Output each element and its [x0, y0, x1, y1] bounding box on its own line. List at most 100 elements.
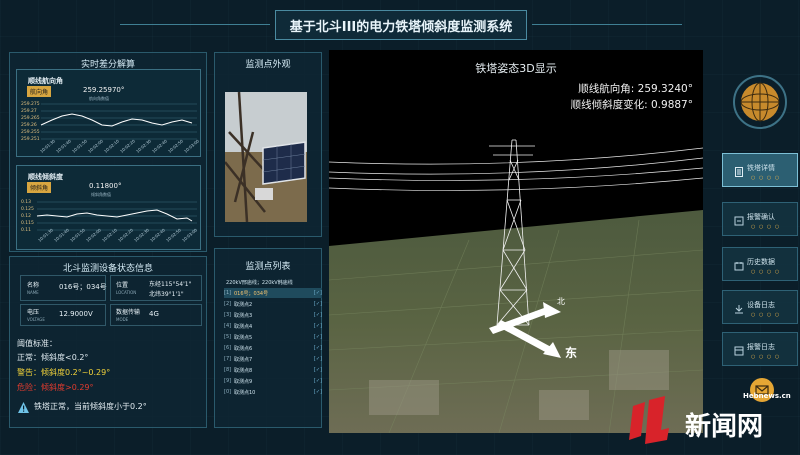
row-num: [6]	[224, 345, 232, 351]
row-check[interactable]: [✓]	[312, 345, 322, 351]
row-name: 取测点5	[234, 334, 253, 341]
row-num: [3]	[224, 312, 232, 318]
row-num: [8]	[224, 367, 232, 373]
row-name: 取测点9	[234, 378, 253, 385]
menu-history-data[interactable]: 历史数据 ○ ○ ○ ○	[722, 247, 798, 281]
row-name: 取测点7	[234, 356, 253, 363]
name-value: 016号；034号	[59, 283, 107, 291]
row-num: [7]	[224, 356, 232, 362]
row-num: [5]	[224, 334, 232, 340]
threshold-danger: 危险：倾斜度>0.29°	[17, 383, 94, 392]
menu-dots: ○ ○ ○ ○	[751, 175, 781, 181]
ytick: 259.255	[21, 130, 40, 135]
location-label: 位置	[116, 282, 129, 289]
scene-title: 铁塔姿态3D显示	[475, 62, 557, 75]
globe-logo-icon	[732, 74, 788, 130]
voltage-label-en: VOLTAGE	[27, 317, 45, 322]
document-icon	[734, 162, 744, 177]
watermark-logo: Hebnews.cn 新闻网	[625, 388, 795, 450]
list-item[interactable]: [7] 取测点7 [✓]	[224, 354, 322, 364]
list-item[interactable]: [5] 取测点5 [✓]	[224, 332, 322, 342]
heading-readout: 顺线航向角: 259.3240°	[578, 83, 693, 95]
menu-dots: ○ ○ ○ ○	[751, 354, 781, 360]
list-header: 220kV邢庙线；220kV韩庙线	[226, 280, 293, 286]
ytick: 259.26	[21, 123, 37, 128]
ytick: 259.27	[21, 109, 37, 114]
row-name: 取测点8	[234, 367, 253, 374]
ytick: 0.13	[21, 200, 32, 205]
row-name: 取测点6	[234, 345, 253, 352]
list-item[interactable]: [9] 取测点9 [✓]	[224, 376, 322, 386]
watermark-site: Hebnews.cn	[743, 392, 791, 400]
watermark-brand: 新闻网	[685, 412, 764, 442]
tilt-readout: 顺线倾斜度变化: 0.9887°	[570, 99, 693, 111]
menu-alarm-log[interactable]: 报警日志 ○ ○ ○ ○	[722, 332, 798, 366]
download-icon	[734, 299, 744, 314]
row-check[interactable]: [✓]	[312, 378, 322, 384]
menu-label: 设备日志	[747, 301, 775, 309]
list-item[interactable]: [8] 取测点8 [✓]	[224, 365, 322, 375]
ytick: 259.275	[21, 102, 40, 107]
log-icon	[734, 341, 744, 356]
list-item[interactable]: [2] 取测点2 [✓]	[224, 299, 322, 309]
location-longitude: 东经115°54'1"	[149, 281, 192, 288]
title-wing-right	[532, 24, 682, 25]
threshold-normal: 正常：倾斜度<0.2°	[17, 353, 89, 362]
menu-device-log[interactable]: 设备日志 ○ ○ ○ ○	[722, 290, 798, 324]
name-label-en: NAME	[27, 290, 39, 295]
voltage-label: 电压	[27, 309, 40, 316]
row-num: [4]	[224, 323, 232, 329]
monitoring-point-photo	[225, 92, 307, 222]
warning-triangle-icon	[17, 399, 30, 413]
ytick: 0.12	[21, 214, 32, 219]
compass-north-label: 北	[557, 297, 565, 306]
row-name: 取测点2	[234, 301, 253, 308]
list-item[interactable]: [1] 016号；034号 [✓]	[224, 288, 322, 298]
row-num: [1]	[224, 290, 232, 296]
photo-panel-title: 监测点外观	[245, 60, 291, 70]
menu-dots: ○ ○ ○ ○	[751, 312, 781, 318]
list-panel-title: 监测点列表	[245, 262, 291, 272]
menu-alarm-confirm[interactable]: 报警确认 ○ ○ ○ ○	[722, 202, 798, 236]
row-check[interactable]: [✓]	[312, 334, 322, 340]
row-check[interactable]: [✓]	[312, 356, 322, 362]
list-item[interactable]: [6] 取测点6 [✓]	[224, 343, 322, 353]
tower-3d-view[interactable]: 铁塔姿态3D显示 顺线航向角: 259.3240° 顺线倾斜度变化: 0.988…	[329, 50, 703, 433]
location-label-en: LOCATION	[116, 290, 137, 295]
row-check[interactable]: [✓]	[312, 367, 322, 373]
list-item[interactable]: [4] 取测点4 [✓]	[224, 321, 322, 331]
tilt-chart: 顺线倾斜度 倾斜角 0.11800° 倾斜角数值 0.13 0.125 0.12…	[16, 165, 201, 250]
page-title: 基于北斗III的电力铁塔倾斜度监测系统	[275, 10, 527, 40]
tilt-series-line	[36, 209, 193, 222]
voltage-value: 12.9000V	[59, 310, 93, 318]
row-check[interactable]: [✓]	[312, 389, 322, 395]
row-num: [0]	[224, 389, 232, 395]
menu-tower-details[interactable]: 铁塔详情 ○ ○ ○ ○	[722, 153, 798, 187]
row-check[interactable]: [✓]	[312, 301, 322, 307]
heading-chart: 顺线航向角 航向角 259.25970° 航向角数值 259.275 259.2…	[16, 69, 201, 157]
threshold-warning: 警告：倾斜度0.2°~0.29°	[17, 368, 111, 377]
list-item[interactable]: [0] 取测点10 [✓]	[224, 387, 322, 397]
menu-label: 铁塔详情	[747, 164, 775, 172]
row-num: [2]	[224, 301, 232, 307]
row-name: 016号；034号	[234, 290, 269, 297]
history-icon	[734, 256, 744, 271]
threshold-title: 阈值标准：	[17, 339, 57, 348]
mode-value: 4G	[149, 310, 159, 318]
menu-label: 报警日志	[747, 343, 775, 351]
row-check[interactable]: [✓]	[312, 323, 322, 329]
list-item[interactable]: [3] 取测点3 [✓]	[224, 310, 322, 320]
mode-label-en: MODE	[116, 317, 129, 322]
ytick: 259.265	[21, 116, 40, 121]
row-check[interactable]: [✓]	[312, 290, 322, 296]
ytick: 0.11	[21, 228, 32, 233]
title-wing-left	[120, 24, 270, 25]
location-latitude: 北纬39°1'1"	[149, 291, 184, 298]
menu-dots: ○ ○ ○ ○	[751, 269, 781, 275]
menu-label: 历史数据	[747, 258, 775, 266]
menu-dots: ○ ○ ○ ○	[751, 224, 781, 230]
ytick: 0.115	[21, 221, 34, 226]
ytick: 259.251	[21, 137, 40, 142]
row-name: 取测点10	[234, 389, 256, 396]
row-check[interactable]: [✓]	[312, 312, 322, 318]
